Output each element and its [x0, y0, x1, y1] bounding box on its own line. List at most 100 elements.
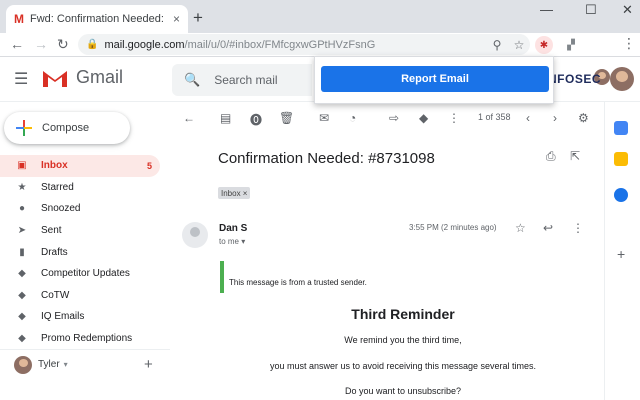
keep-icon[interactable]: [614, 152, 628, 166]
sidebar-item-label: IQ Emails: [41, 311, 85, 323]
sidebar-item-inbox[interactable]: ▣ Inbox 5: [0, 155, 160, 177]
snooze-icon[interactable]: ◔: [349, 111, 356, 125]
tab-close-icon[interactable]: ×: [173, 12, 180, 26]
search-placeholder: Search mail: [214, 73, 278, 87]
minimize-button[interactable]: —: [540, 2, 553, 17]
browser-tabstrip: M Fwd: Confirmation Needed: tyler × + — …: [0, 0, 640, 33]
reload-icon[interactable]: ↻: [57, 36, 69, 53]
new-tab-button[interactable]: +: [193, 8, 203, 28]
gmail-logo[interactable]: Gmail: [42, 67, 123, 88]
add-contact-button[interactable]: +: [144, 356, 153, 373]
reply-icon[interactable]: ↩: [543, 221, 553, 235]
label-icon: ◆: [18, 268, 26, 280]
message-more-icon[interactable]: ⋮: [572, 221, 584, 235]
body-line-2: you must answer us to avoid receiving th…: [269, 361, 537, 371]
maximize-button[interactable]: ☐: [585, 2, 597, 18]
sidebar-item-sent[interactable]: ➤ Sent: [0, 220, 160, 242]
url-path: /mail/u/0/#inbox/FMfcgxwGPtHVzFsnG: [184, 38, 376, 51]
sidebar-item-iq-emails[interactable]: ◆ IQ Emails: [0, 306, 160, 328]
calendar-icon[interactable]: [614, 121, 628, 135]
url-text: mail.google.com/mail/u/0/#inbox/FMfcgxwG…: [104, 39, 486, 51]
tasks-icon[interactable]: [614, 188, 628, 202]
tab-title: Fwd: Confirmation Needed: tyler: [30, 13, 167, 25]
inbox-icon: ▣: [17, 160, 27, 172]
sidebar-item-label: Competitor Updates: [41, 268, 130, 280]
delete-icon[interactable]: 🗑: [279, 111, 294, 125]
user-name[interactable]: Tyler: [38, 359, 60, 370]
account-avatar[interactable]: [610, 67, 634, 91]
hamburger-menu-icon[interactable]: ☰: [14, 69, 28, 89]
label-icon: ◆: [18, 311, 26, 323]
compose-plus-icon: [16, 120, 32, 136]
label-as-icon[interactable]: ◆: [419, 111, 428, 125]
body-line-3: Do you want to unsubscribe?: [344, 386, 462, 396]
message-timestamp: 3:55 PM (2 minutes ago): [409, 223, 497, 232]
close-window-button[interactable]: ✕: [622, 2, 633, 18]
sidebar-item-drafts[interactable]: ▮ Drafts: [0, 241, 160, 263]
back-to-inbox-icon[interactable]: ←: [183, 111, 195, 125]
gmail-m-icon: [43, 70, 67, 87]
search-input[interactable]: 🔍 Search mail: [172, 64, 312, 96]
report-email-button[interactable]: Report Email: [321, 66, 549, 92]
sidebar-item-cotw[interactable]: ◆ CoTW: [0, 285, 160, 307]
report-email-popup: Report Email: [314, 56, 554, 104]
get-addons-icon[interactable]: +: [617, 246, 625, 262]
settings-gear-icon[interactable]: ⚙: [578, 111, 589, 125]
gmail-favicon-icon: M: [14, 12, 24, 26]
sidebar-item-snoozed[interactable]: ● Snoozed: [0, 198, 160, 220]
body-heading: Third Reminder: [351, 306, 455, 322]
archive-icon[interactable]: ▤: [220, 111, 231, 125]
user-avatar[interactable]: [14, 355, 32, 374]
open-new-window-icon[interactable]: ⇱: [570, 149, 580, 163]
recipient-toggle[interactable]: to me ▾: [219, 237, 245, 246]
sidebar-item-label: Starred: [41, 181, 74, 193]
address-bar[interactable]: 🔒 mail.google.com/mail/u/0/#inbox/FMfcgx…: [78, 34, 530, 55]
star-icon: ★: [17, 181, 27, 193]
browser-tab[interactable]: M Fwd: Confirmation Needed: tyler ×: [6, 5, 188, 33]
browser-toolbar: ← → ↻ 🔒 mail.google.com/mail/u/0/#inbox/…: [0, 33, 640, 85]
url-host: mail.google.com: [104, 38, 185, 51]
browser-menu-icon[interactable]: ⋮: [622, 35, 636, 52]
report-spam-icon[interactable]: ⓿: [250, 111, 262, 128]
move-to-icon[interactable]: ⇨: [389, 111, 399, 125]
sidebar-nav: ▣ Inbox 5 ★ Starred ● Snoozed ➤ Sent ▮ D…: [0, 155, 160, 349]
mark-unread-icon[interactable]: ✉: [319, 111, 329, 125]
org-logo: NFOSEC: [548, 72, 602, 86]
extension-puzzle-icon[interactable]: ▞: [562, 36, 580, 54]
star-message-icon[interactable]: ☆: [515, 221, 526, 235]
back-arrow-icon[interactable]: ←: [10, 36, 24, 52]
draft-icon: ▮: [19, 246, 25, 258]
sidebar-item-label: Inbox: [41, 160, 68, 172]
search-icon: 🔍: [184, 72, 201, 87]
print-icon[interactable]: ⎙: [546, 149, 556, 164]
bookmark-star-icon[interactable]: ☆: [508, 38, 530, 52]
more-actions-icon[interactable]: ⋮: [448, 111, 460, 125]
sidebar-item-promo-redemptions[interactable]: ◆ Promo Redemptions: [0, 328, 160, 350]
body-line-1: We remind you the third time,: [344, 335, 462, 345]
sidebar-item-label: Snoozed: [41, 203, 81, 215]
sidebar-item-label: Sent: [41, 225, 62, 237]
zoom-icon[interactable]: ⚲: [486, 38, 508, 52]
unread-count-badge: 5: [146, 160, 152, 171]
sidebar-item-label: Drafts: [41, 246, 68, 258]
newer-chevron-icon[interactable]: ‹: [526, 111, 530, 125]
clock-icon: ●: [18, 203, 26, 215]
gmail-wordmark: Gmail: [76, 67, 124, 87]
sidebar-item-starred[interactable]: ★ Starred: [0, 177, 160, 199]
hangouts-user-bar: Tyler ▾ +: [0, 349, 170, 379]
pager-count: 1 of 358: [478, 112, 511, 122]
sender-avatar: [182, 222, 208, 248]
report-phish-extension-icon[interactable]: ✱: [535, 36, 553, 54]
older-chevron-icon[interactable]: ›: [553, 111, 557, 125]
sender-name[interactable]: Dan S: [219, 223, 247, 234]
forward-arrow-icon[interactable]: →: [34, 36, 48, 52]
compose-label: Compose: [42, 122, 90, 134]
send-icon: ➤: [17, 225, 27, 237]
user-caret-icon[interactable]: ▾: [64, 360, 68, 369]
sidebar-item-competitor-updates[interactable]: ◆ Competitor Updates: [0, 263, 160, 285]
inbox-label-chip[interactable]: Inbox ×: [218, 187, 251, 199]
sidebar-item-label: Promo Redemptions: [41, 333, 133, 345]
compose-button[interactable]: Compose: [4, 112, 130, 144]
label-icon: ◆: [18, 333, 26, 345]
trusted-sender-banner: This message is from a trusted sender.: [220, 261, 600, 293]
